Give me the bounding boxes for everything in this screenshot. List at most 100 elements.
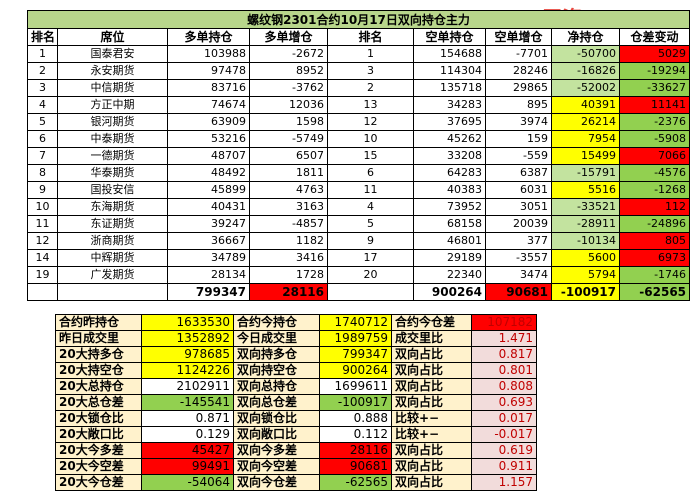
seat-name: 广发期货	[57, 266, 168, 284]
table-title: 螺纹钢2301合约10月17日双向持仓主力	[26, 10, 691, 29]
short-position: 33208	[413, 147, 486, 165]
summary-ratio: 0.017	[471, 410, 537, 427]
net-position: 5600	[551, 249, 620, 267]
summary-label: 20大持多仓	[55, 346, 142, 363]
long-change: 1182	[249, 232, 328, 250]
summary-row: 20大敞口比 0.129 双向敞口比 0.112 比较+− -0.017	[55, 426, 537, 443]
long-position: 103988	[167, 45, 250, 63]
short-change: 6387	[485, 164, 552, 182]
table-row: 8 华泰期货 48492 1811 6 64283 6387 -15791 -4576	[27, 164, 691, 182]
position-diff: -4576	[618, 164, 691, 182]
long-change: -4857	[249, 215, 328, 233]
short-position: 64283	[413, 164, 486, 182]
summary-value: 0.112	[319, 426, 392, 443]
summary-label: 双向持空仓	[233, 362, 320, 379]
summary-label: 20大今空差	[55, 458, 142, 475]
short-change: 20039	[485, 215, 552, 233]
summary-ratio: 0.619	[471, 442, 537, 459]
summary-ratio: 1.471	[471, 330, 537, 347]
table-row: 9 国投安信 45899 4763 11 40383 6031 5516 -1268	[27, 181, 691, 199]
position-diff: 7066	[618, 147, 691, 165]
summary-row: 20大锁仓比 0.871 双向锁仓比 0.888 比较+− 0.017	[55, 410, 537, 427]
short-change: -3557	[485, 249, 552, 267]
position-diff: 5029	[618, 45, 691, 63]
net-position: 5794	[551, 266, 620, 284]
long-position: 36667	[167, 232, 250, 250]
summary-value: 0.129	[141, 426, 234, 443]
short-rank: 13	[327, 96, 414, 114]
long-position: 39247	[167, 215, 250, 233]
rank-cell: 19	[27, 266, 58, 284]
summary-label: 双向锁仓比	[233, 410, 320, 427]
short-position: 46801	[413, 232, 486, 250]
rank-cell: 3	[27, 79, 58, 97]
summary-value: 28116	[319, 442, 392, 459]
long-change: 6507	[249, 147, 328, 165]
header-short-rank: 排名	[327, 28, 414, 46]
seat-name: 东海期货	[57, 198, 168, 216]
net-position: 7954	[551, 130, 620, 148]
summary-label: 双向占比	[391, 346, 472, 363]
net-position: 40391	[551, 96, 620, 114]
summary-label: 双向今空差	[233, 458, 320, 475]
short-position: 154688	[413, 45, 486, 63]
short-change: 28246	[485, 62, 552, 80]
seat-name: 国泰君安	[57, 45, 168, 63]
rank-cell: 2	[27, 62, 58, 80]
long-position: 63909	[167, 113, 250, 131]
table-row: 5 银河期货 63909 1598 12 37695 3974 26214 -2376	[27, 113, 691, 131]
header-net: 净持仓	[551, 28, 620, 46]
totals-row: 799347 28116 900264 90681 -100917 -62565	[27, 283, 691, 301]
short-position: 114304	[413, 62, 486, 80]
short-rank: 9	[327, 232, 414, 250]
summary-label: 20大总仓差	[55, 394, 142, 411]
long-change: -2672	[249, 45, 328, 63]
total-diff: -62565	[618, 283, 691, 301]
summary-label: 双向占比	[391, 442, 472, 459]
short-change: -559	[485, 147, 552, 165]
short-position: 22340	[413, 266, 486, 284]
summary-row: 20大总仓差 -145541 双向总仓差 -100917 双向占比 0.693	[55, 394, 537, 411]
long-position: 28134	[167, 266, 250, 284]
summary-label: 双向持多仓	[233, 346, 320, 363]
long-position: 83716	[167, 79, 250, 97]
table-row: 14 中辉期货 34789 3416 17 29189 -3557 5600 6973	[27, 249, 691, 267]
rank-cell: 10	[27, 198, 58, 216]
position-diff: -5908	[618, 130, 691, 148]
short-change: 159	[485, 130, 552, 148]
summary-value: 1124226	[141, 362, 234, 379]
net-position: 5516	[551, 181, 620, 199]
summary-label: 昨日成交里	[55, 330, 142, 347]
long-change: 12036	[249, 96, 328, 114]
position-diff: -19294	[618, 62, 691, 80]
rank-cell: 11	[27, 215, 58, 233]
rank-cell: 4	[27, 96, 58, 114]
seat-name: 中泰期货	[57, 130, 168, 148]
long-change: -5749	[249, 130, 328, 148]
summary-label: 双向占比	[391, 474, 472, 491]
position-table: 螺纹钢2301合约10月17日双向持仓主力 排名 席位 多单持仓 多单增仓 排名…	[26, 10, 691, 301]
short-position: 37695	[413, 113, 486, 131]
summary-row: 20大今空差 99491 双向今空差 90681 双向占比 0.911	[55, 458, 537, 475]
summary-table: 合约昨持仓 1633530 合约今持仓 1740712 合约今仓差 107182 昨日成交里…	[55, 314, 537, 491]
summary-ratio: 0.817	[471, 346, 537, 363]
seat-name: 浙商期货	[57, 232, 168, 250]
seat-name: 国投安信	[57, 181, 168, 199]
net-position: -16826	[551, 62, 620, 80]
long-position: 34789	[167, 249, 250, 267]
summary-label: 比较+−	[391, 410, 472, 427]
total-long-change: 28116	[249, 283, 328, 301]
summary-value: 0.871	[141, 410, 234, 427]
long-position: 45899	[167, 181, 250, 199]
short-position: 73952	[413, 198, 486, 216]
summary-value: -145541	[141, 394, 234, 411]
header-rank: 排名	[27, 28, 58, 46]
short-position: 29189	[413, 249, 486, 267]
table-row: 4 方正中期 74674 12036 13 34283 895 40391 11141	[27, 96, 691, 114]
summary-ratio: 0.801	[471, 362, 537, 379]
summary-value: 1699611	[319, 378, 392, 395]
table-row: 7 一德期货 48707 6507 15 33208 -559 15499 7066	[27, 147, 691, 165]
summary-ratio: 0.693	[471, 394, 537, 411]
long-change: 8952	[249, 62, 328, 80]
rank-cell: 9	[27, 181, 58, 199]
